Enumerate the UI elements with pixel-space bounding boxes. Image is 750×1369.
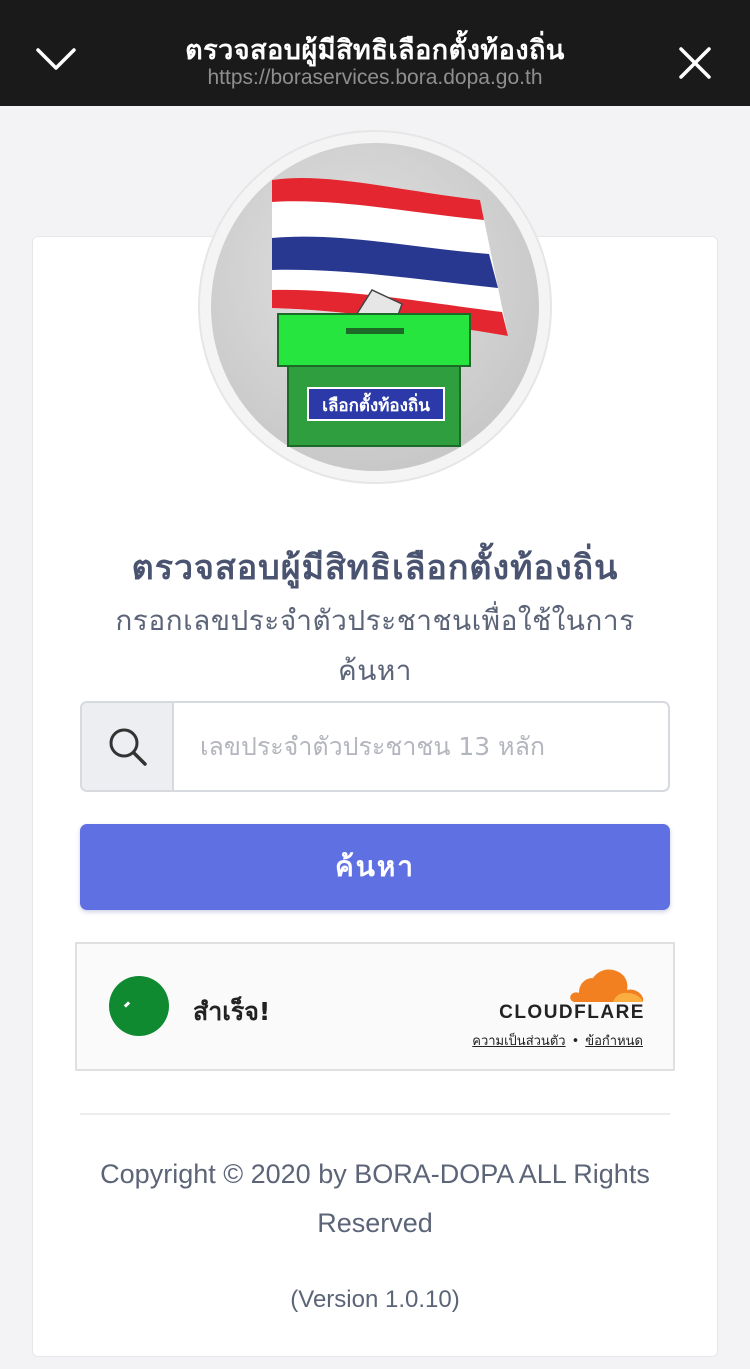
link-separator: • (571, 1034, 580, 1049)
cloudflare-brand: CLOUDFLARE (499, 1002, 645, 1023)
page-title: ตรวจสอบผู้มีสิทธิเลือกตั้งท้องถิ่น (131, 548, 619, 588)
success-check-icon (109, 976, 169, 1036)
privacy-link[interactable]: ความเป็นส่วนตัว (472, 1034, 565, 1049)
election-logo: เลือกตั้งท้องถิ่น (198, 130, 552, 484)
search-addon (82, 703, 174, 790)
id-search-group (80, 701, 670, 792)
cloudflare-links: ความเป็นส่วนตัว • ข้อกำหนด (377, 1030, 643, 1051)
terms-link[interactable]: ข้อกำหนด (585, 1034, 643, 1049)
version-text: (Version 1.0.10) (290, 1286, 460, 1313)
copyright-text: Copyright © 2020 by BORA-DOPA ALL Rights… (100, 1159, 650, 1238)
window-title: ตรวจสอบผู้มีสิทธิเลือกตั้งท้องถิ่น (185, 35, 565, 66)
citizen-id-input[interactable] (174, 703, 668, 790)
search-button[interactable]: ค้นหา (80, 824, 670, 910)
window-url: https://boraservices.bora.dopa.go.th (207, 66, 543, 89)
close-icon[interactable] (676, 44, 714, 82)
browser-top-bar: ตรวจสอบผู้มีสิทธิเลือกตั้งท้องถิ่น https… (0, 0, 750, 106)
footer-divider (80, 1113, 670, 1115)
page-subtitle: กรอกเลขประจำตัวประชาชนเพื่อใช้ในการค้นหา (115, 604, 635, 687)
cloudflare-logo-icon (570, 969, 643, 1002)
cloudflare-widget: สำเร็จ! CLOUDFLARE ความเป็นส่วนตัว • ข้อกำ… (75, 942, 675, 1071)
search-icon (109, 728, 147, 766)
chevron-down-icon[interactable] (34, 42, 78, 76)
captcha-status: สำเร็จ! (193, 997, 271, 1026)
ballot-box-label: เลือกตั้งท้องถิ่น (322, 392, 430, 416)
